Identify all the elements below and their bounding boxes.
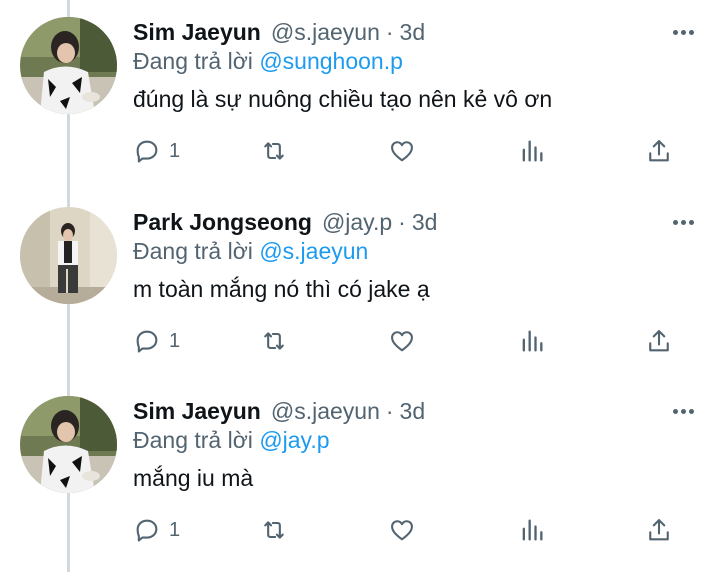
retweet-icon bbox=[264, 521, 284, 539]
tweet-text: đúng là sự nuông chiều tạo nên kẻ vô ơn bbox=[133, 86, 553, 112]
action-bar: 1 bbox=[133, 324, 693, 358]
mention-link[interactable]: @sunghoon.p bbox=[259, 48, 403, 74]
avatar[interactable] bbox=[20, 17, 117, 114]
action-bar: 1 bbox=[133, 513, 693, 547]
share-icon bbox=[649, 140, 669, 162]
retweet-button[interactable] bbox=[260, 324, 288, 358]
reply-prefix: Đang trả lời bbox=[133, 427, 253, 453]
mention-link[interactable]: @s.jaeyun bbox=[259, 238, 368, 264]
share-icon bbox=[649, 330, 669, 352]
reply-count: 1 bbox=[169, 139, 181, 162]
views-button[interactable] bbox=[518, 513, 546, 547]
reply-button[interactable]: 1 bbox=[133, 324, 180, 358]
more-icon[interactable] bbox=[673, 393, 694, 429]
mention-link[interactable]: @jay.p bbox=[259, 427, 329, 453]
author-name[interactable]: Sim Jaeyun bbox=[133, 398, 261, 425]
comment-icon bbox=[136, 330, 158, 353]
like-button[interactable] bbox=[388, 134, 416, 168]
comment-icon bbox=[136, 140, 158, 163]
share-button[interactable] bbox=[645, 324, 673, 358]
heart-icon bbox=[391, 141, 413, 162]
views-button[interactable] bbox=[518, 134, 546, 168]
separator: · bbox=[385, 18, 394, 45]
replying-to: Đang trả lời @sunghoon.p bbox=[133, 48, 403, 75]
author-name[interactable]: Park Jongseong bbox=[133, 209, 312, 236]
author-name[interactable]: Sim Jaeyun bbox=[133, 19, 261, 46]
avatar[interactable] bbox=[20, 396, 117, 493]
share-icon bbox=[649, 519, 669, 541]
replying-to: Đang trả lời @s.jaeyun bbox=[133, 238, 368, 265]
share-button[interactable] bbox=[645, 513, 673, 547]
reply-prefix: Đang trả lời bbox=[133, 48, 253, 74]
heart-icon bbox=[391, 520, 413, 541]
more-icon[interactable] bbox=[673, 204, 694, 240]
timestamp[interactable]: 3d bbox=[400, 398, 426, 425]
tweet[interactable]: Sim Jaeyun @s.jaeyun · 3d Đang trả lời @… bbox=[0, 14, 719, 204]
tweet-text: mắng iu mà bbox=[133, 465, 254, 491]
heart-icon bbox=[391, 331, 413, 352]
bar-chart-icon bbox=[522, 519, 543, 541]
author-handle[interactable]: @jay.p bbox=[322, 209, 392, 236]
bar-chart-icon bbox=[522, 330, 543, 352]
reply-prefix: Đang trả lời bbox=[133, 238, 253, 264]
timestamp[interactable]: 3d bbox=[400, 19, 426, 46]
tweet[interactable]: Sim Jaeyun @s.jaeyun · 3d Đang trả lời @… bbox=[0, 393, 719, 583]
tweet-text: m toàn mắng nó thì có jake ạ bbox=[133, 276, 430, 302]
retweet-icon bbox=[264, 142, 284, 160]
views-button[interactable] bbox=[518, 324, 546, 358]
reply-button[interactable]: 1 bbox=[133, 134, 180, 168]
timestamp[interactable]: 3d bbox=[412, 209, 438, 236]
bar-chart-icon bbox=[522, 140, 543, 162]
separator: · bbox=[398, 208, 406, 235]
retweet-icon bbox=[264, 332, 284, 350]
more-icon[interactable] bbox=[673, 14, 694, 50]
separator: · bbox=[385, 397, 394, 424]
reply-count: 1 bbox=[169, 329, 181, 352]
retweet-button[interactable] bbox=[260, 513, 288, 547]
reply-button[interactable]: 1 bbox=[133, 513, 180, 547]
author-handle[interactable]: @s.jaeyun bbox=[271, 398, 380, 425]
tweet[interactable]: Park Jongseong @jay.p · 3d Đang trả lời … bbox=[0, 204, 719, 394]
comment-icon bbox=[136, 519, 158, 542]
share-button[interactable] bbox=[645, 134, 673, 168]
like-button[interactable] bbox=[388, 324, 416, 358]
replying-to: Đang trả lời @jay.p bbox=[133, 427, 330, 454]
action-bar: 1 bbox=[133, 134, 693, 168]
avatar[interactable] bbox=[20, 207, 117, 304]
retweet-button[interactable] bbox=[260, 134, 288, 168]
author-handle[interactable]: @s.jaeyun bbox=[271, 19, 380, 46]
like-button[interactable] bbox=[388, 513, 416, 547]
reply-count: 1 bbox=[169, 518, 181, 541]
